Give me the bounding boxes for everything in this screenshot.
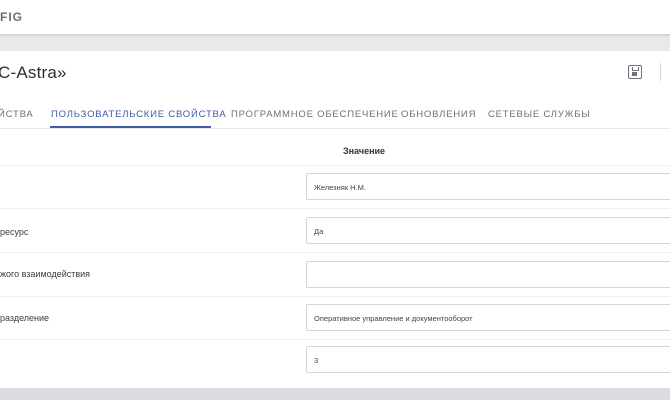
property-value-field[interactable] bbox=[306, 261, 670, 288]
tab-properties[interactable]: ЙСТВА bbox=[0, 109, 34, 120]
top-bar: FIG bbox=[0, 0, 670, 35]
row-divider bbox=[0, 252, 670, 253]
main-card: C-Astra» ЙСТВА ПОЛЬЗОВАТЕЛЬСКИЕ СВОЙСТВА… bbox=[0, 50, 670, 388]
tab-network-services[interactable]: СЕТЕВЫЕ СЛУЖБЫ bbox=[488, 109, 591, 120]
row-divider bbox=[0, 339, 670, 340]
property-value-field[interactable]: Железняк Н.М. bbox=[306, 173, 670, 200]
app-logo: FIG bbox=[0, 10, 23, 24]
footer-bar bbox=[0, 388, 670, 400]
page-title: C-Astra» bbox=[0, 63, 67, 82]
tab-updates[interactable]: ОБНОВЛЕНИЯ bbox=[401, 109, 476, 120]
property-value-field[interactable]: Да bbox=[306, 217, 670, 244]
row-divider bbox=[0, 296, 670, 297]
tab-bar: ЙСТВА ПОЛЬЗОВАТЕЛЬСКИЕ СВОЙСТВА ПРОГРАММ… bbox=[0, 99, 670, 129]
active-tab-indicator bbox=[50, 126, 211, 128]
property-value-field[interactable]: Оперативное управление и документооборот bbox=[306, 304, 670, 331]
value-column-header: Значение bbox=[343, 146, 386, 156]
property-label: ресурс bbox=[0, 227, 29, 237]
row-divider bbox=[0, 165, 670, 166]
save-icon[interactable] bbox=[628, 65, 642, 79]
row-divider bbox=[0, 208, 670, 209]
property-value-field[interactable]: 3 bbox=[306, 346, 670, 373]
property-label: жого взаимодействия bbox=[0, 269, 91, 279]
tab-software[interactable]: ПРОГРАММНОЕ ОБЕСПЕЧЕНИЕ bbox=[231, 109, 399, 120]
property-label: разделение bbox=[0, 313, 50, 323]
tab-user-properties[interactable]: ПОЛЬЗОВАТЕЛЬСКИЕ СВОЙСТВА bbox=[51, 109, 227, 120]
toolbar-divider bbox=[660, 63, 661, 81]
